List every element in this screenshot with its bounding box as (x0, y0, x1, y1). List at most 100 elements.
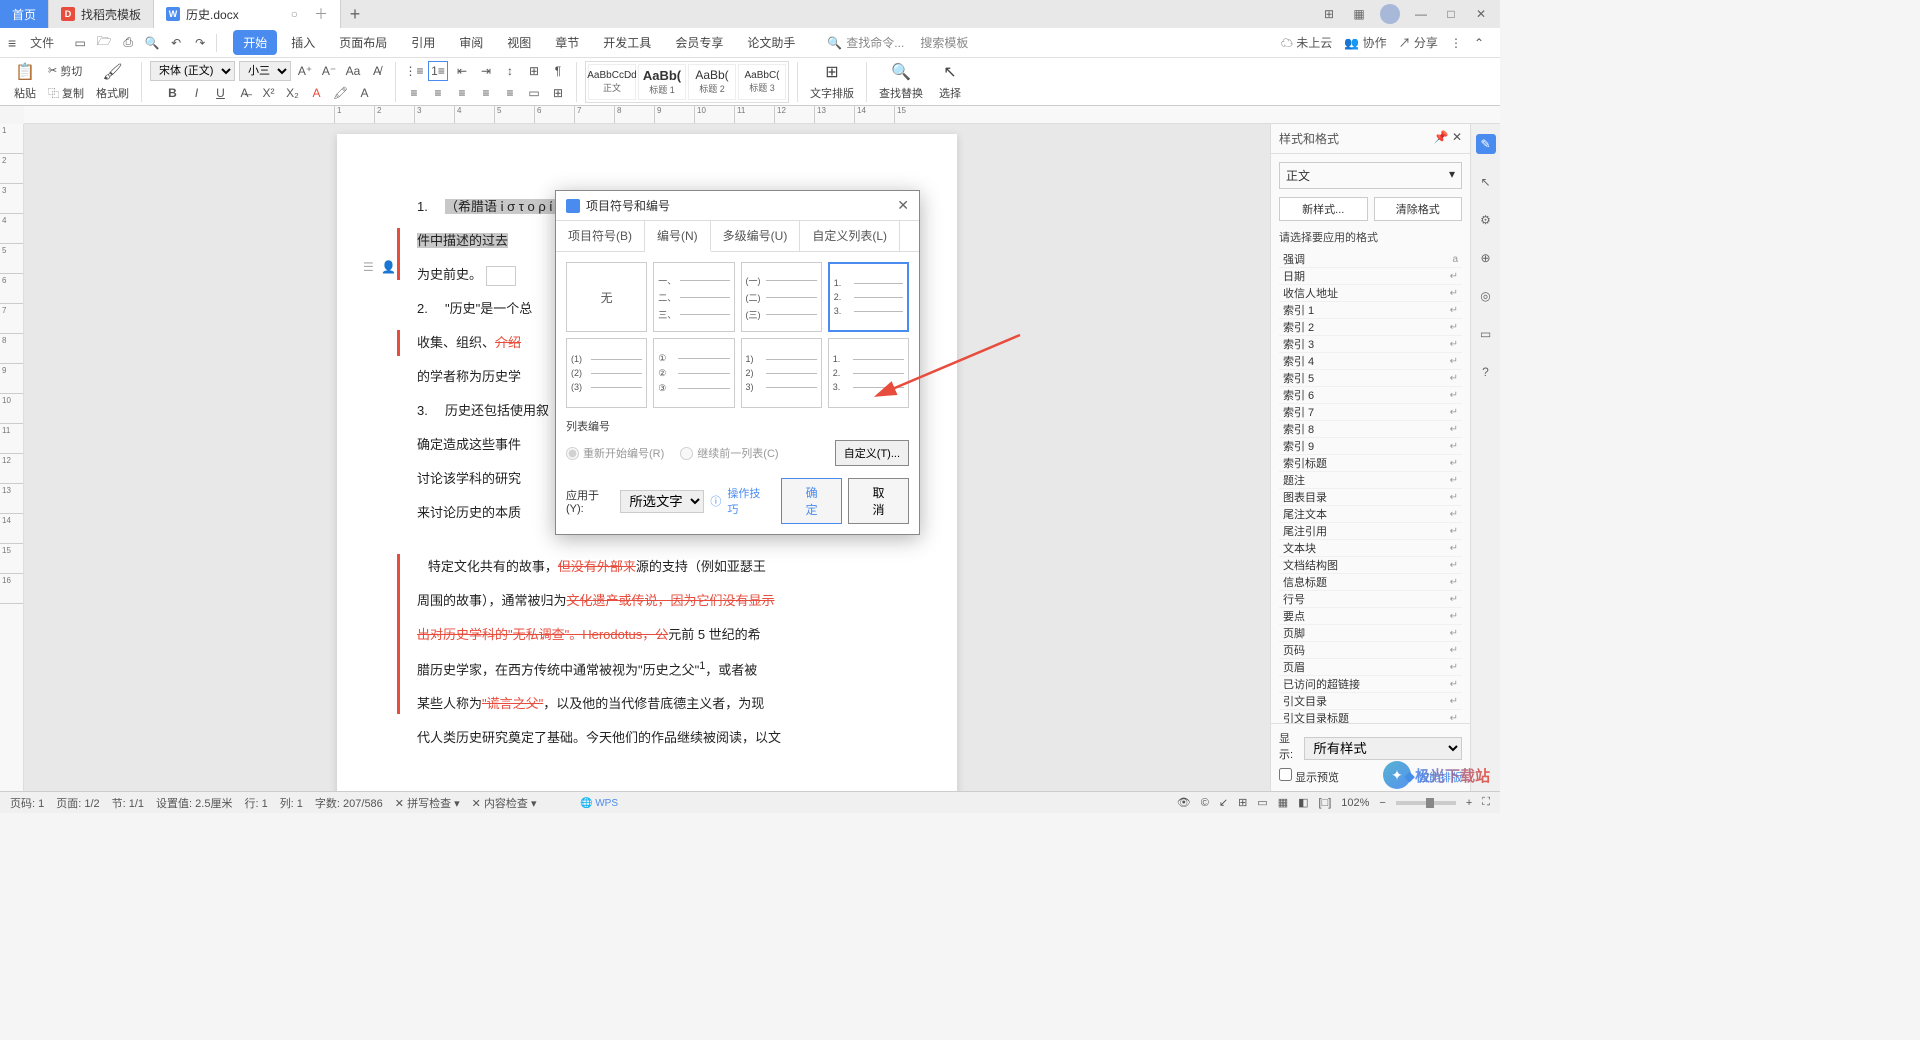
showmark-icon[interactable]: ¶ (548, 61, 568, 81)
tab-home[interactable]: 首页 (0, 0, 49, 28)
linespace-icon[interactable]: ↕ (500, 61, 520, 81)
ruler-vertical[interactable]: 1234 5678 9101112 13141516 (0, 124, 24, 791)
view-mode-4[interactable]: ◧ (1298, 796, 1308, 809)
menu-tab-ref[interactable]: 引用 (401, 30, 445, 55)
style-list-item[interactable]: 页码↵ (1279, 642, 1462, 659)
status-words[interactable]: 字数: 207/586 (315, 795, 383, 811)
view-icon-1[interactable]: 👁 (1177, 796, 1191, 809)
custom-button[interactable]: 自定义(T)... (835, 440, 909, 466)
grid-icon[interactable]: ▦ (1350, 5, 1368, 23)
style-gallery[interactable]: AaBbCcDd正文 AaBb(标题 1 AaBb(标题 2 AaBbC(标题 … (585, 61, 789, 103)
num-paren[interactable]: (1) (2) (3) (566, 338, 647, 408)
dialog-tab-custom-list[interactable]: 自定义列表(L) (800, 221, 900, 251)
format-painter-button[interactable]: 🖌 格式刷 (92, 60, 133, 103)
style-list-item[interactable]: 日期↵ (1279, 268, 1462, 285)
style-list-item[interactable]: 页脚↵ (1279, 625, 1462, 642)
font-select[interactable]: 宋体 (正文) (150, 61, 235, 81)
status-line[interactable]: 行: 1 (244, 795, 267, 811)
menu-tab-layout[interactable]: 页面布局 (329, 30, 397, 55)
search-tpl[interactable]: 搜索模板 (920, 34, 968, 51)
style-list-item[interactable]: 索引 2↵ (1279, 319, 1462, 336)
menu-tab-paper[interactable]: 论文助手 (737, 30, 805, 55)
new-icon[interactable]: ▭ (72, 35, 88, 51)
coop-button[interactable]: 👥 协作 (1344, 34, 1386, 51)
text-layout-button[interactable]: ⊞文字排版 (806, 60, 858, 103)
help-tool-icon[interactable]: ? (1476, 362, 1496, 382)
menu-tab-vip[interactable]: 会员专享 (665, 30, 733, 55)
share-button[interactable]: ↗ 分享 (1399, 34, 1438, 51)
layout-icon[interactable]: ⊞ (1320, 5, 1338, 23)
status-section[interactable]: 节: 1/1 (112, 795, 144, 811)
num-cn1[interactable]: 一、 二、 三、 (653, 262, 734, 332)
italic-icon[interactable]: I (187, 83, 207, 103)
view-mode-3[interactable]: ▦ (1278, 796, 1288, 809)
style-list-item[interactable]: 页眉↵ (1279, 659, 1462, 676)
radio-restart[interactable]: 重新开始编号(R) (566, 445, 664, 461)
status-col[interactable]: 列: 1 (280, 795, 303, 811)
print-icon[interactable]: ⎙ (120, 35, 136, 51)
zoom-value[interactable]: 102% (1341, 797, 1369, 809)
dialog-tab-bullets[interactable]: 项目符号(B) (556, 221, 645, 251)
cancel-button[interactable]: 取消 (848, 478, 909, 524)
status-pos[interactable]: 设置值: 2.5厘米 (156, 795, 232, 811)
read-tool-icon[interactable]: ▭ (1476, 324, 1496, 344)
underline-icon[interactable]: U (211, 83, 231, 103)
cut-button[interactable]: ✂ 剪切 (44, 61, 88, 81)
ruler-horizontal[interactable]: 1234 5678 9101112 131415 (24, 106, 1500, 124)
copy-button[interactable]: ⿻ 复制 (44, 83, 88, 103)
style-list-item[interactable]: 行号↵ (1279, 591, 1462, 608)
shrink-font-icon[interactable]: A⁻ (319, 61, 339, 81)
undo-icon[interactable]: ↶ (168, 35, 184, 51)
style-h1[interactable]: AaBb(标题 1 (638, 64, 686, 100)
align-dist-icon[interactable]: ≡ (500, 83, 520, 103)
num-none[interactable]: 无 (566, 262, 647, 332)
ok-button[interactable]: 确定 (781, 478, 842, 524)
grow-font-icon[interactable]: A⁺ (295, 61, 315, 81)
search-cmd[interactable]: 查找命令... (846, 34, 904, 51)
char-border-icon[interactable]: A (355, 83, 375, 103)
dialog-tab-numbering[interactable]: 编号(N) (645, 221, 711, 252)
num-circled[interactable]: ① ② ③ (653, 338, 734, 408)
style-list-item[interactable]: 索引 6↵ (1279, 387, 1462, 404)
show-select[interactable]: 所有样式 (1304, 737, 1462, 760)
view-icon-2[interactable]: © (1201, 797, 1209, 809)
style-normal[interactable]: AaBbCcDd正文 (588, 64, 636, 100)
radio-continue[interactable]: 继续前一列表(C) (680, 445, 778, 461)
superscript-icon[interactable]: X² (259, 83, 279, 103)
style-h3[interactable]: AaBbC(标题 3 (738, 64, 786, 100)
style-list-item[interactable]: 引文目录↵ (1279, 693, 1462, 710)
menu-tab-dev[interactable]: 开发工具 (593, 30, 661, 55)
num-cn2[interactable]: (一) (二) (三) (741, 262, 822, 332)
open-icon[interactable]: 🗁 (96, 35, 112, 51)
styles-tool-icon[interactable]: ✎ (1476, 134, 1496, 154)
status-pagenum[interactable]: 页码: 1 (10, 795, 44, 811)
help-link[interactable]: 操作技巧 (727, 485, 769, 517)
cloud-status[interactable]: ☁ 未上云 (1281, 34, 1332, 51)
style-list-item[interactable]: 题注↵ (1279, 472, 1462, 489)
settings-tool-icon[interactable]: ⚙ (1476, 210, 1496, 230)
highlight-icon[interactable]: 🖍 (331, 83, 351, 103)
numbering-icon[interactable]: 1≡ (428, 61, 448, 81)
fullscreen-icon[interactable]: ⛶ (1482, 796, 1490, 809)
redo-icon[interactable]: ↷ (192, 35, 208, 51)
zoom-slider[interactable] (1396, 801, 1456, 805)
subscript-icon[interactable]: X₂ (283, 83, 303, 103)
style-list-item[interactable]: 索引 1↵ (1279, 302, 1462, 319)
case-icon[interactable]: Aa (343, 61, 363, 81)
style-h2[interactable]: AaBb(标题 2 (688, 64, 736, 100)
menu-file[interactable]: 文件 (24, 34, 60, 51)
menu-tab-section[interactable]: 章节 (545, 30, 589, 55)
num-paren2[interactable]: 1) 2) 3) (741, 338, 822, 408)
preview-checkbox[interactable]: 显示预览 (1279, 768, 1339, 785)
num-decimal[interactable]: 1. 2. 3. (828, 262, 909, 332)
minimize-icon[interactable]: — (1412, 5, 1430, 23)
comment-icon[interactable]: ☰ (363, 260, 374, 274)
style-list-item[interactable]: 强调a (1279, 251, 1462, 268)
location-tool-icon[interactable]: ◎ (1476, 286, 1496, 306)
style-list-item[interactable]: 尾注引用↵ (1279, 523, 1462, 540)
tab-add-button[interactable]: + (341, 4, 369, 25)
clear-format-button[interactable]: 清除格式 (1374, 197, 1463, 221)
select-tool-icon[interactable]: ↖ (1476, 172, 1496, 192)
sort-icon[interactable]: ⊞ (524, 61, 544, 81)
find-replace-button[interactable]: 🔍查找替换 (875, 60, 927, 103)
